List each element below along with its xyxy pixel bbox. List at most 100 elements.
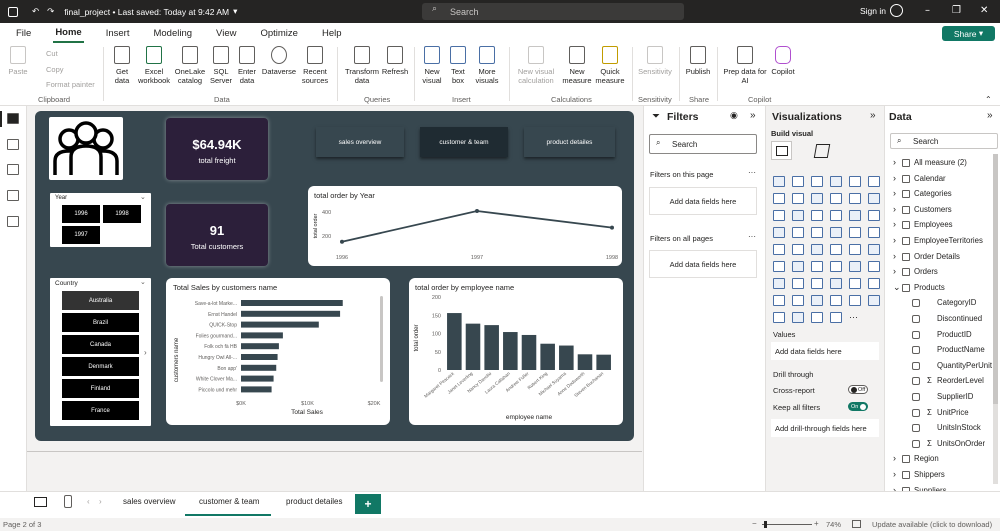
chevron-right-icon[interactable]: › (893, 469, 896, 479)
sensitivity-button[interactable]: Sensitivity (636, 46, 674, 76)
kpi-total-customers[interactable]: 91 Total customers (166, 204, 268, 266)
visual-type-icon[interactable] (773, 295, 785, 306)
tab-help[interactable]: Help (320, 25, 344, 42)
redo-icon[interactable]: ↷ (47, 7, 54, 17)
data-field-item[interactable]: ProductName (937, 345, 985, 354)
visual-type-icon[interactable] (811, 278, 823, 289)
visual-type-icon[interactable] (868, 295, 880, 306)
paste-button[interactable]: Paste (6, 46, 30, 76)
slicer-item[interactable]: 1996 (61, 204, 101, 224)
filters-search-input[interactable]: ⌕ Search (649, 134, 757, 154)
line-chart-total-order-by-year[interactable]: total order by Year total order 200 400 1996… (308, 186, 622, 266)
data-table-item[interactable]: Categories (914, 189, 952, 198)
refresh-button[interactable]: Refresh (381, 46, 409, 76)
visual-type-icon[interactable] (849, 176, 861, 187)
checkbox[interactable] (912, 361, 920, 370)
visual-type-icon[interactable] (830, 227, 842, 238)
slicer-item[interactable]: Brazil (61, 312, 140, 333)
visual-type-icon[interactable] (811, 261, 823, 272)
visual-type-icon[interactable] (811, 244, 823, 255)
checkbox[interactable] (912, 299, 920, 308)
visual-type-icon[interactable] (792, 210, 804, 221)
scroll-left-icon[interactable]: ‹ (87, 497, 90, 506)
data-search-input[interactable]: ⌕ Search (890, 133, 998, 149)
data-field-item[interactable]: QuantityPerUnit (937, 361, 992, 370)
drill-through-dropzone[interactable]: Add drill-through fields here (771, 419, 879, 437)
page-tab-sales-overview[interactable]: sales overview (123, 497, 175, 506)
new-measure-button[interactable]: New measure (561, 46, 593, 85)
values-dropzone[interactable]: Add data fields here (771, 342, 879, 360)
visual-type-icon[interactable] (849, 227, 861, 238)
copilot-button[interactable]: Copilot (768, 46, 798, 76)
visual-type-icon[interactable] (830, 278, 842, 289)
visual-type-icon[interactable] (868, 193, 880, 204)
chevron-right-icon[interactable]: › (893, 235, 896, 245)
zoom-slider-thumb[interactable] (764, 521, 767, 528)
slicer-item[interactable]: Canada (61, 334, 140, 355)
report-view-icon[interactable] (7, 113, 19, 124)
zoom-in-icon[interactable]: + (814, 519, 819, 528)
dax-query-view-icon[interactable] (7, 190, 19, 201)
visual-type-icon[interactable] (830, 312, 842, 323)
visual-type-icon[interactable] (811, 210, 823, 221)
chevron-right-icon[interactable]: › (893, 266, 896, 276)
minimize-icon[interactable]: – (925, 5, 930, 16)
visual-type-icon[interactable] (792, 244, 804, 255)
copy-button[interactable]: Copy (46, 65, 64, 74)
more-options-icon[interactable]: ··· (748, 168, 756, 177)
slicer-item[interactable]: Australia (61, 290, 140, 311)
data-table-item[interactable]: Region (914, 454, 939, 463)
checkbox[interactable] (912, 408, 920, 417)
slicer-item[interactable]: Finland (61, 378, 140, 399)
data-field-item[interactable]: ProductID (937, 330, 972, 339)
collapse-pane-icon[interactable]: » (987, 110, 993, 121)
visual-type-icon[interactable] (830, 261, 842, 272)
visual-type-icon[interactable] (773, 312, 785, 323)
data-table-item[interactable]: Employees (914, 220, 953, 229)
visual-type-icon[interactable] (830, 176, 842, 187)
visual-type-icon[interactable] (830, 295, 842, 306)
collapse-pane-icon[interactable]: » (750, 110, 756, 121)
text-box-button[interactable]: Text box (446, 46, 470, 85)
visual-type-icon[interactable] (811, 193, 823, 204)
nav-button-sales-overview[interactable]: sales overview (316, 127, 404, 157)
chevron-right-icon[interactable]: › (893, 251, 896, 261)
data-table-item[interactable]: Order Details (914, 252, 960, 261)
visual-type-icon[interactable] (868, 176, 880, 187)
fit-to-page-icon[interactable] (852, 520, 861, 528)
data-table-item[interactable]: Orders (914, 267, 938, 276)
update-notice[interactable]: Update available (click to download) (872, 520, 992, 529)
cross-report-toggle[interactable]: Off (848, 385, 868, 394)
dataverse-button[interactable]: Dataverse (261, 46, 297, 76)
search-input[interactable]: ⌕ Search (422, 3, 684, 20)
chevron-down-icon[interactable]: ⌄ (893, 282, 901, 293)
model-view-icon[interactable] (7, 164, 19, 175)
more-visuals-icon[interactable]: ··· (849, 312, 858, 322)
visual-type-icon[interactable] (849, 278, 861, 289)
scroll-right-icon[interactable]: › (144, 348, 147, 357)
keep-filters-toggle[interactable]: On (848, 402, 868, 411)
visual-type-icon[interactable] (868, 227, 880, 238)
chevron-right-icon[interactable]: › (893, 453, 896, 463)
checkbox[interactable] (912, 330, 920, 339)
visual-type-icon[interactable] (849, 244, 861, 255)
tab-modeling[interactable]: Modeling (151, 25, 194, 42)
checkbox[interactable] (912, 315, 920, 323)
visual-type-icon[interactable] (811, 176, 823, 187)
eye-icon[interactable]: ◉ (730, 111, 738, 121)
visual-type-icon[interactable] (773, 278, 785, 289)
scrollbar-thumb[interactable] (993, 154, 998, 404)
chevron-right-icon[interactable]: › (893, 204, 896, 214)
more-options-icon[interactable]: ··· (748, 232, 756, 241)
checkbox[interactable] (912, 346, 920, 355)
data-field-item[interactable]: UnitPrice (937, 408, 969, 417)
visual-type-icon[interactable] (849, 210, 861, 221)
add-fields-page-dropzone[interactable]: Add data fields here (649, 187, 757, 215)
enter-data-button[interactable]: Enter data (235, 46, 259, 85)
tmdl-view-icon[interactable] (7, 216, 19, 227)
tab-optimize[interactable]: Optimize (258, 25, 299, 42)
visual-type-icon[interactable] (773, 244, 785, 255)
kpi-total-freight[interactable]: $64.94K total freight (166, 118, 268, 180)
visual-type-icon[interactable] (792, 261, 804, 272)
checkbox[interactable] (912, 393, 920, 401)
